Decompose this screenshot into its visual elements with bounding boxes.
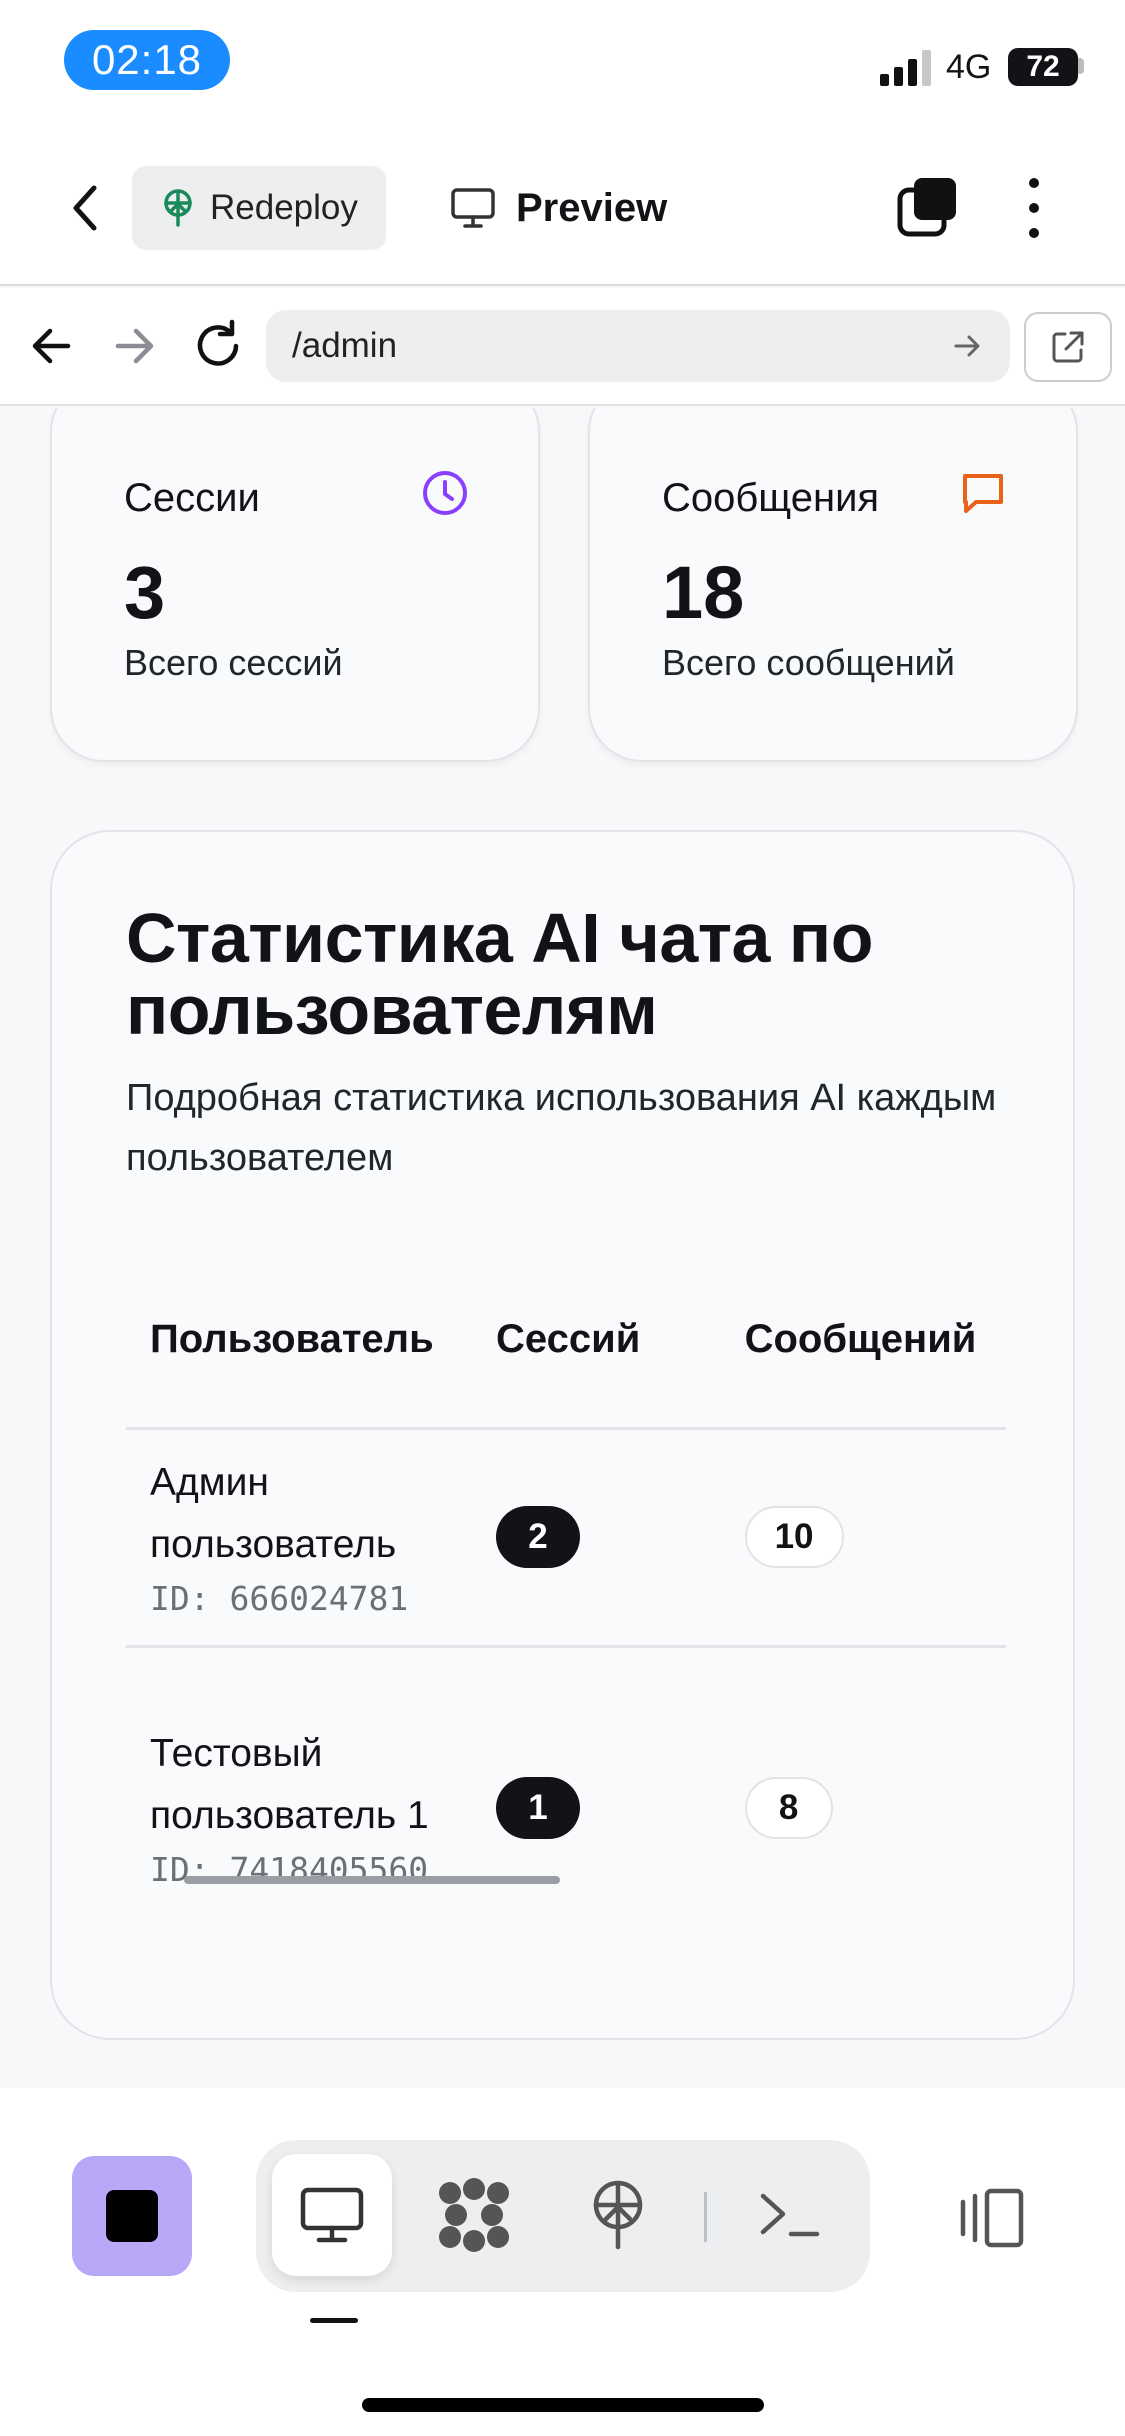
- messages-stat-card: Сообщения 18 Всего сообщений: [588, 408, 1078, 762]
- panel-layout-icon: [960, 2188, 1024, 2248]
- sessions-badge: 1: [496, 1777, 580, 1839]
- messages-cell: 10: [720, 1428, 1006, 1648]
- active-tab-indicator: [310, 2318, 358, 2323]
- status-bar: 02:18 4G 72: [0, 0, 1125, 130]
- stat-label: Всего сообщений: [662, 642, 955, 683]
- tool-switcher: [256, 2140, 870, 2292]
- user-name: Тестовый пользователь 1: [150, 1732, 429, 1837]
- user-id: ID: 666024781: [150, 1579, 409, 1618]
- page-content: Сессии 3 Всего сессий Сообщения 18 Всего…: [0, 408, 1125, 2088]
- stat-title: Сессии: [124, 476, 260, 520]
- deploy-icon: [164, 189, 192, 227]
- preview-label: Preview: [516, 185, 668, 230]
- deploy-icon: [593, 2180, 643, 2250]
- ai-agent-icon: [439, 2178, 509, 2252]
- table-header-row: Пользователь Сессий Сообщений Т: [126, 1252, 1006, 1430]
- stat-title: Сообщения: [662, 476, 880, 520]
- preview-button[interactable]: Preview: [450, 166, 667, 250]
- message-icon: [963, 474, 1003, 513]
- user-name: Админ пользователь: [150, 1461, 397, 1566]
- sessions-badge: 2: [496, 1506, 580, 1568]
- column-header-sessions: Сессий: [472, 1252, 721, 1430]
- horizontal-scrollbar[interactable]: [184, 1876, 560, 1884]
- tabs-icon[interactable]: [896, 176, 960, 240]
- stat-value: 18: [662, 551, 745, 634]
- user-id: ID: 7418405560: [150, 1850, 429, 1889]
- battery-icon: 72: [1008, 48, 1078, 86]
- reload-icon[interactable]: [188, 316, 248, 376]
- clock-icon: [423, 471, 467, 515]
- column-header-messages: Сообщений: [720, 1252, 1006, 1430]
- open-external-button[interactable]: [1024, 312, 1112, 382]
- dot-icon: [1029, 228, 1039, 238]
- redeploy-label: Redeploy: [210, 188, 358, 227]
- stat-value: 3: [124, 551, 166, 634]
- card-description: Подробная статистика использования AI ка…: [126, 1077, 997, 1179]
- arrow-left-icon[interactable]: [24, 318, 80, 374]
- back-button[interactable]: [58, 180, 114, 236]
- home-indicator[interactable]: [362, 2398, 764, 2412]
- chevron-left-icon: [73, 185, 97, 231]
- user-stats-table: Пользователь Сессий Сообщений Т Админ по…: [126, 1252, 1006, 1904]
- top-toolbar: Redeploy Preview: [0, 130, 1125, 286]
- monitor-icon: [300, 2187, 364, 2243]
- sessions-stat-card: Сессии 3 Всего сессий: [50, 408, 540, 762]
- divider: [704, 2192, 707, 2242]
- stop-button[interactable]: [72, 2156, 192, 2276]
- deploy-tool-button[interactable]: [558, 2154, 678, 2276]
- url-text: /admin: [292, 326, 398, 365]
- card-title: Статистика AI чата по пользователям: [126, 899, 873, 1049]
- messages-cell: 8: [720, 1646, 1006, 1904]
- bottom-bar: [0, 2088, 1125, 2436]
- user-stats-card: Статистика AI чата по пользователям Подр…: [50, 830, 1075, 2040]
- terminal-icon: [760, 2193, 820, 2237]
- ai-tool-button[interactable]: [414, 2154, 534, 2276]
- preview-tool-button[interactable]: [272, 2154, 392, 2276]
- monitor-icon: [451, 188, 495, 228]
- shell-tool-button[interactable]: [730, 2154, 850, 2276]
- external-link-icon: [1052, 331, 1084, 363]
- stop-icon: [106, 2190, 158, 2242]
- network-label: 4G: [946, 48, 992, 86]
- column-header-user: Пользователь: [126, 1252, 472, 1430]
- dot-icon: [1029, 178, 1039, 188]
- signal-icon: [880, 50, 931, 86]
- sessions-cell: 1: [472, 1646, 721, 1904]
- address-bar: /admin: [0, 288, 1125, 406]
- user-cell: Тестовый пользователь 1 ID: 7418405560: [126, 1646, 472, 1904]
- battery-tip: [1078, 58, 1084, 74]
- dot-icon: [1029, 203, 1039, 213]
- panel-toggle-button[interactable]: [948, 2176, 1032, 2260]
- go-arrow-icon[interactable]: [952, 330, 984, 362]
- time-indicator: 02:18: [64, 30, 230, 90]
- user-cell: Админ пользователь ID: 666024781: [126, 1428, 472, 1648]
- arrow-right-icon[interactable]: [106, 318, 162, 374]
- table-row: Админ пользователь ID: 666024781 2 10 1: [126, 1428, 1006, 1648]
- sessions-cell: 2: [472, 1428, 721, 1648]
- user-stats-table-scroll[interactable]: Пользователь Сессий Сообщений Т Админ по…: [126, 1252, 1006, 1904]
- messages-badge: 8: [744, 1777, 833, 1839]
- redeploy-button[interactable]: Redeploy: [132, 166, 386, 250]
- url-input[interactable]: /admin: [266, 310, 1010, 382]
- stat-label: Всего сессий: [124, 642, 343, 683]
- table-row: Тестовый пользователь 1 ID: 7418405560 1…: [126, 1646, 1006, 1904]
- messages-badge: 10: [744, 1506, 844, 1568]
- more-menu-button[interactable]: [1010, 172, 1058, 244]
